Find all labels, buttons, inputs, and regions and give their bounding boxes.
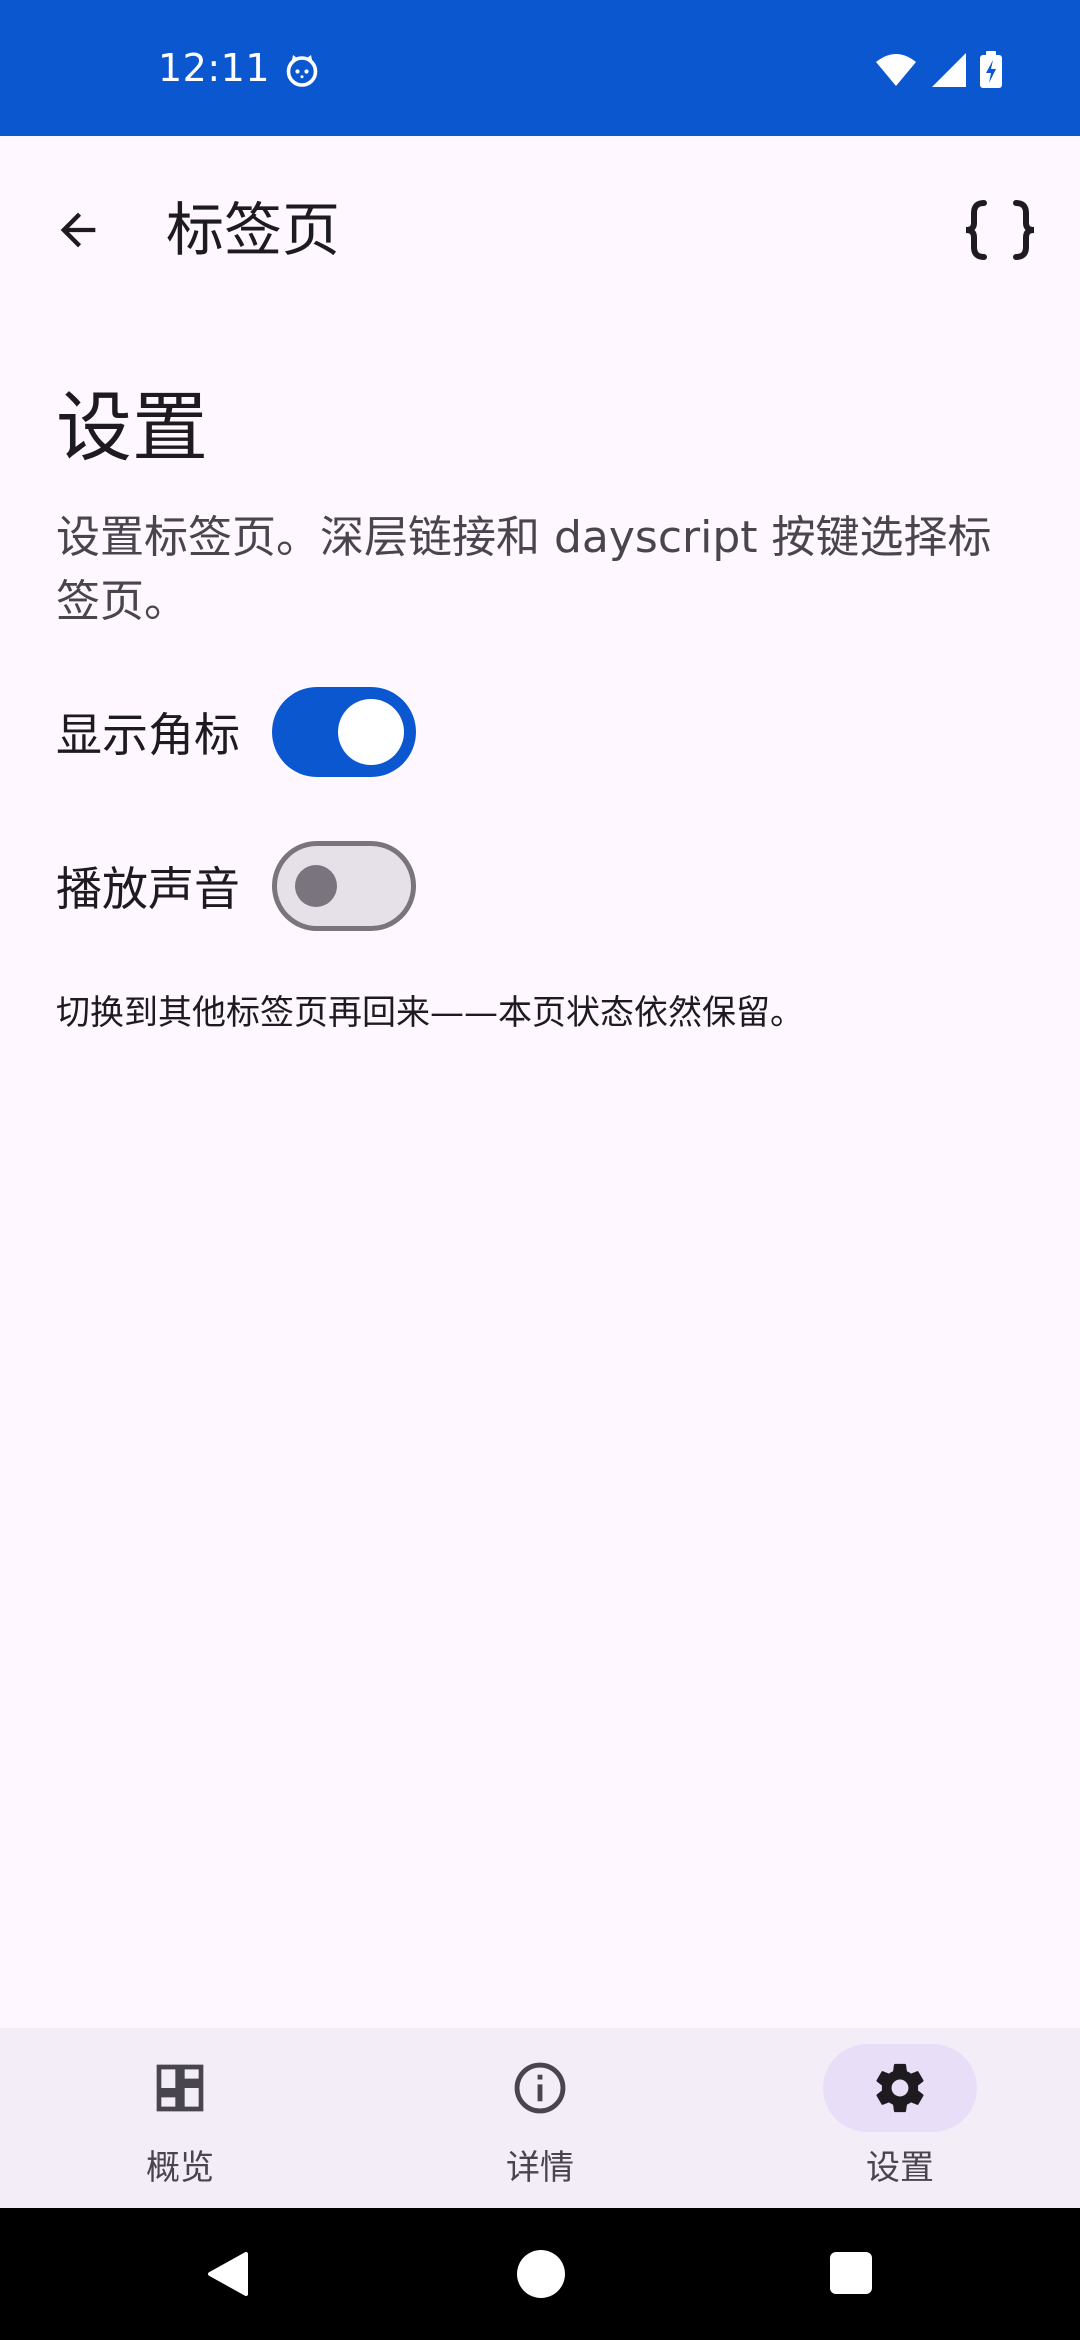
footnote: 切换到其他标签页再回来——本页状态依然保留。 xyxy=(56,993,804,1033)
nav-label-overview: 概览 xyxy=(146,2148,214,2188)
system-back-icon[interactable] xyxy=(206,2250,250,2298)
system-recents-button[interactable] xyxy=(830,2252,872,2294)
code-action-button[interactable] xyxy=(950,188,1050,272)
nav-indicator xyxy=(463,2044,617,2132)
system-home-button[interactable] xyxy=(517,2250,565,2298)
section-title: 设置 xyxy=(56,383,208,472)
battery-charging-icon xyxy=(980,51,1002,88)
nav-indicator-active xyxy=(823,2044,977,2132)
toggle-label-show-badge: 显示角标 xyxy=(56,708,240,762)
cat-notification-icon xyxy=(286,55,318,87)
nav-item-details[interactable]: 详情 xyxy=(360,2028,720,2208)
nav-label-details: 详情 xyxy=(506,2148,574,2188)
code-braces-icon xyxy=(965,200,1035,260)
settings-content: 设置 设置标签页。深层链接和 dayscript 按键选择标签页。 显示角标 播… xyxy=(56,372,1024,1038)
top-app-bar: 标签页 xyxy=(0,136,1080,312)
bottom-navigation: 概览 详情 设置 xyxy=(0,2028,1080,2208)
switch-thumb xyxy=(338,699,404,765)
toggle-label-play-sound: 播放声音 xyxy=(56,862,240,916)
dashboard-icon xyxy=(156,2064,204,2112)
wifi-icon xyxy=(876,54,916,86)
switch-thumb xyxy=(295,865,337,907)
section-description: 设置标签页。深层链接和 dayscript 按键选择标签页。 xyxy=(56,512,992,627)
page-title: 标签页 xyxy=(166,196,341,264)
status-icons xyxy=(874,50,1004,90)
back-button[interactable] xyxy=(36,188,120,272)
status-time: 12:11 xyxy=(158,46,271,90)
play-sound-switch[interactable] xyxy=(272,841,416,931)
info-icon xyxy=(514,2062,566,2114)
show-badge-switch[interactable] xyxy=(272,687,416,777)
arrow-back-icon xyxy=(60,212,96,248)
nav-label-settings: 设置 xyxy=(866,2148,934,2188)
nav-indicator xyxy=(103,2044,257,2132)
nav-item-settings[interactable]: 设置 xyxy=(720,2028,1080,2208)
toggle-row-show-badge: 显示角标 xyxy=(56,682,1024,782)
system-navigation-bar xyxy=(0,2208,1080,2340)
status-bar: 12:11 xyxy=(0,0,1080,136)
toggle-row-play-sound: 播放声音 xyxy=(56,836,1024,936)
cellular-signal-icon xyxy=(932,53,966,87)
gear-icon xyxy=(876,2063,924,2113)
nav-item-overview[interactable]: 概览 xyxy=(0,2028,360,2208)
